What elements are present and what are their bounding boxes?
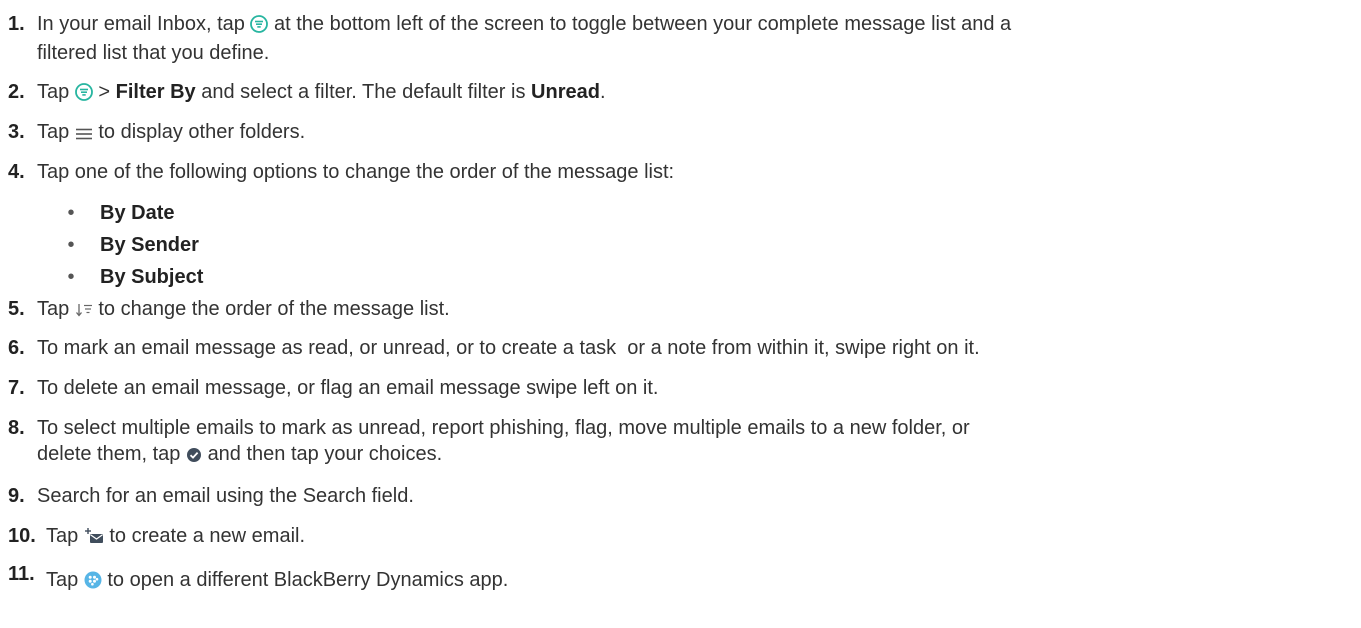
step-9: 9. Search for an email using the Search …: [8, 483, 1353, 509]
unread-label: Unread: [531, 81, 600, 103]
filter-icon: [250, 14, 269, 40]
step-10: 10. Tap to create a new email.: [8, 523, 1353, 552]
step-text: To mark an email message as read, or unr…: [37, 337, 980, 359]
step-number: 5.: [8, 298, 25, 320]
step-number: 1.: [8, 13, 25, 35]
option-by-date: • By Date: [64, 200, 174, 226]
step-text: Tap to create a new email.: [46, 523, 1353, 552]
step-text: Tap one of the following options to chan…: [37, 161, 675, 183]
compose-email-icon: [84, 526, 104, 552]
filter-by-label: Filter By: [115, 81, 196, 103]
step-text: Search for an email using the Search fie…: [37, 485, 414, 507]
step-1: 1. In your email Inbox, tap at the botto…: [8, 11, 1353, 66]
step-11: 11. Tap to open a different BlackBerry D…: [8, 563, 1353, 596]
step-number: 2.: [8, 81, 25, 103]
sort-order-icon: [75, 299, 93, 325]
step-3: 3. Tap to display other folders.: [8, 119, 1353, 148]
step-number: 6.: [8, 337, 25, 359]
step-text: To select multiple emails to mark as unr…: [37, 415, 1353, 470]
step-5: 5. Tap to change the order of the messag…: [8, 296, 1353, 325]
bullet: •: [67, 202, 75, 224]
step-8: 8. To select multiple emails to mark as …: [8, 415, 1353, 470]
step-number: 10.: [8, 525, 36, 547]
checkmark-circle-icon: [186, 444, 202, 470]
bullet: •: [67, 266, 75, 288]
option-by-sender: • By Sender: [64, 232, 198, 258]
step-number: 8.: [8, 417, 25, 439]
step-number: 11.: [8, 563, 35, 585]
step-number: 4.: [8, 161, 25, 183]
filter-icon: [74, 82, 93, 108]
step-4: 4. Tap one of the following options to c…: [8, 159, 1353, 185]
step-text: Tap to display other folders.: [37, 119, 1353, 148]
step-2: 2. Tap > Filter By and select a filter. …: [8, 79, 1353, 108]
option-by-subject: • By Subject: [64, 264, 203, 290]
step-6: 6. To mark an email message as read, or …: [8, 335, 1353, 361]
step-number: 9.: [8, 485, 25, 507]
step-text: In your email Inbox, tap at the bottom l…: [37, 13, 1012, 64]
bullet: •: [67, 234, 75, 256]
step-number: 7.: [8, 377, 25, 399]
step-text: To delete an email message, or flag an e…: [37, 377, 659, 399]
step-text: Tap to change the order of the message l…: [37, 296, 1353, 325]
hamburger-menu-icon: [75, 122, 93, 148]
step-7: 7. To delete an email message, or flag a…: [8, 375, 1353, 401]
blackberry-dynamics-icon: [84, 570, 102, 596]
step-text: Tap > Filter By and select a filter. The…: [37, 79, 1353, 108]
step-text: Tap to open a different BlackBerry Dynam…: [46, 567, 1353, 596]
step-number: 3.: [8, 121, 25, 143]
